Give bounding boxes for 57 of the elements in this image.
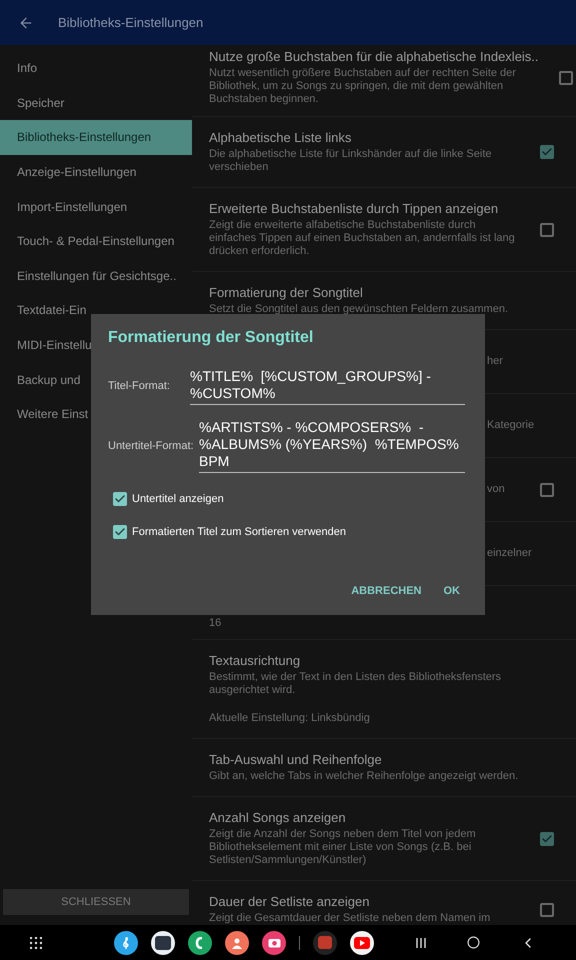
checkbox[interactable] xyxy=(540,832,554,846)
setting-title[interactable]: Erweiterte Buchstabenliste durch Tippen anzeigen xyxy=(209,201,520,217)
field-label: Untertitel-Format: xyxy=(108,438,195,454)
sidebar-item[interactable]: Speicher xyxy=(0,86,192,120)
setting-title[interactable]: Textausrichtung xyxy=(209,653,554,669)
sidebar-item[interactable]: Touch- & Pedal-Einstellungen xyxy=(0,224,192,259)
text-field[interactable]: %ARTISTS% - %COMPOSERS% - %ALBUMS% (%YEARS%) %TEMPOS% BPM xyxy=(199,419,465,473)
person-icon[interactable] xyxy=(225,930,249,954)
setting-value: Aktuelle Einstellung: Linksbündig xyxy=(209,712,371,725)
checkbox-label[interactable]: Formatierten Titel zum Sortieren verwenden xyxy=(132,524,346,540)
apps-grid-icon[interactable] xyxy=(30,936,42,948)
setting-title[interactable]: Formatierung der Songtitel xyxy=(209,285,554,301)
setting-description: Kategorie xyxy=(487,418,536,434)
setting-title[interactable]: Nutze große Buchstaben für die alphabetische Indexleis.. xyxy=(209,49,539,65)
setting-description: Gibt an, welche Tabs in welcher Reihenfolge angezeigt werden. xyxy=(209,770,520,783)
setting-description: Zeigt die erweiterte alfabetische Buchstabenliste durch einfaches Tippen auf einen Buchstaben an, andernfalls ist lang drücken erforderlich. xyxy=(209,219,516,258)
setting-description: Zeigt die Gesamtdauer der Setliste neben dem Namen im xyxy=(209,912,492,925)
checkbox[interactable] xyxy=(540,222,554,236)
checkbox[interactable] xyxy=(540,482,554,496)
field-label: Titel-Format: xyxy=(108,379,171,394)
sidebar-item[interactable]: Bibliotheks-Einstellungen xyxy=(0,120,192,155)
dialog-title: Formatierung der Songtitel xyxy=(108,328,314,348)
play-icon[interactable] xyxy=(350,930,374,954)
text-field[interactable]: %TITLE% [%CUSTOM_GROUPS%] - %CUSTOM% xyxy=(190,368,465,405)
setting-description: einzelner xyxy=(487,546,533,562)
sidebar-item[interactable]: Anzeige-Einstellungen xyxy=(0,154,192,190)
setting-description: Setzt die Songtitel aus den gewünschten Feldern zusammen. xyxy=(209,303,510,316)
sidebar-item[interactable]: Info xyxy=(0,51,192,86)
dialog-button[interactable]: ABBRECHEN xyxy=(343,576,430,605)
setting-title[interactable]: Anzahl Songs anzeigen xyxy=(209,810,520,826)
camera-icon[interactable] xyxy=(262,930,286,954)
setting-value: 16 xyxy=(209,616,222,630)
phone-icon[interactable] xyxy=(188,930,212,954)
setting-title[interactable]: Alphabetische Liste links xyxy=(209,130,520,146)
setting-title[interactable]: Tab-Auswahl und Reihenfolge xyxy=(209,752,554,768)
setting-description: her xyxy=(487,354,504,370)
app-icon[interactable] xyxy=(313,930,337,954)
checkbox[interactable] xyxy=(540,902,554,916)
app-bar-title: Bibliotheks-Einstellungen xyxy=(58,14,204,32)
dialog-button[interactable]: OK xyxy=(436,576,468,605)
checkbox-label[interactable]: Untertitel anzeigen xyxy=(132,491,224,508)
setting-description: Nutzt wesentlich größere Buchstaben auf der rechten Seite der Bibliothek, um zu Songs zu springen, die mit dem gewählten Buchstaben beginnen. xyxy=(209,67,517,106)
checkbox[interactable] xyxy=(113,524,127,539)
sidebar-item[interactable]: Import-Einstellungen xyxy=(0,189,192,224)
recent-apps-icon[interactable] xyxy=(415,936,427,948)
checkbox[interactable] xyxy=(558,70,573,84)
close-button[interactable]: SCHLIESSEN xyxy=(3,889,189,915)
home-icon[interactable] xyxy=(467,936,480,949)
checkbox[interactable] xyxy=(540,145,554,159)
setting-description: Zeigt die Anzahl der Songs neben dem Titel von jedem Bibliothekselement mit einer Liste von Songs (z.B. bei Setlisten/Sammlungen/Künstler) xyxy=(209,828,477,867)
treble-clef-icon[interactable] xyxy=(114,930,138,954)
setting-title[interactable]: Dauer der Setliste anzeigen xyxy=(209,894,520,910)
checkbox[interactable] xyxy=(113,492,127,506)
setting-description: Bestimmt, wie der Text in den Listen des Bibliotheksfensters ausgerichtet wird. xyxy=(209,671,502,697)
setting-description: von xyxy=(487,482,506,498)
sidebar-item[interactable]: Einstellungen für Gesichtsge.. xyxy=(0,258,192,294)
setting-description: Die alphabetische Liste für Linkshänder auf die linke Seite verschieben xyxy=(209,148,493,174)
